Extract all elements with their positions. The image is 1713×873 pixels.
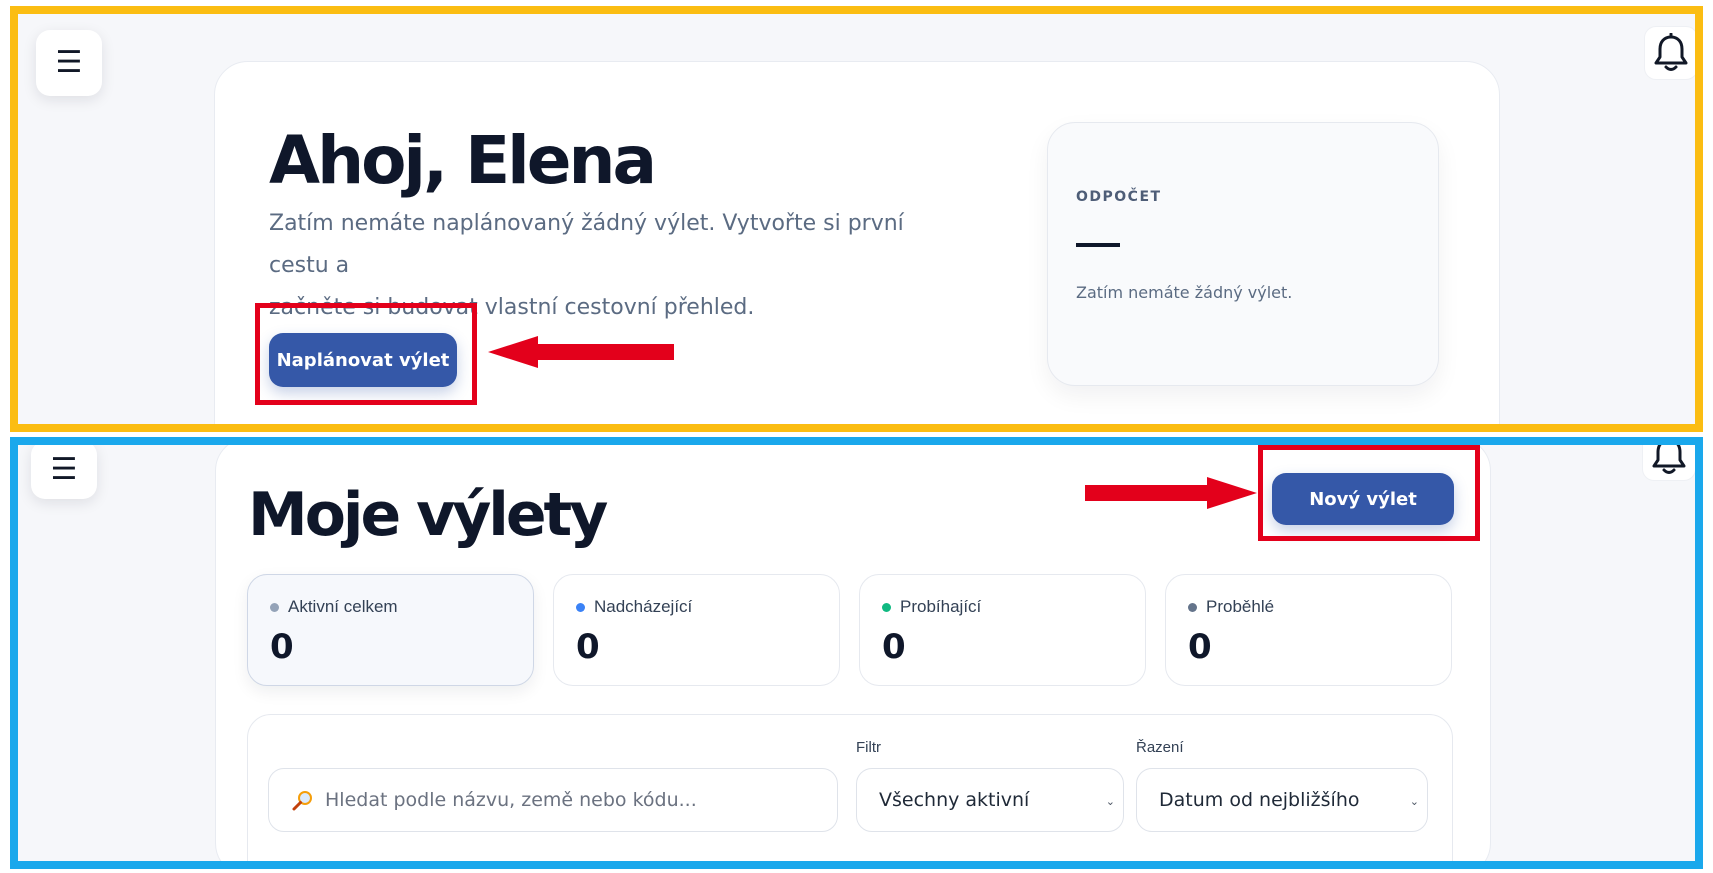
sort-selected-value: Datum od nejbližšího	[1159, 789, 1360, 811]
status-dot-icon	[270, 602, 279, 612]
search-input[interactable]: Hledat podle názvu, země nebo kódu...	[268, 768, 838, 832]
filter-panel: Hledat podle názvu, země nebo kódu... Fi…	[247, 714, 1453, 861]
status-dot-icon	[1188, 602, 1197, 612]
stat-card-ongoing[interactable]: Probíhající 0	[859, 574, 1146, 686]
bell-icon	[1654, 33, 1688, 71]
stat-value: 0	[882, 627, 906, 667]
filter-select[interactable]: Všechny aktivní ⌄	[856, 768, 1124, 832]
magnifier-icon	[292, 791, 312, 811]
trips-screenshot: ☰ Moje výlety Nový výlet Aktivní celkem …	[10, 437, 1703, 869]
status-dot-icon	[882, 602, 891, 612]
search-placeholder: Hledat podle názvu, země nebo kódu...	[325, 789, 697, 811]
page-title: Moje výlety	[248, 480, 608, 550]
hamburger-icon: ☰	[55, 45, 83, 80]
stat-value: 0	[576, 627, 600, 667]
stat-label: Proběhlé	[1188, 597, 1274, 617]
notifications-button[interactable]	[1644, 26, 1695, 80]
bell-icon	[1652, 445, 1686, 474]
intro-line-1: Zatím nemáte naplánovaný žádný výlet. Vy…	[269, 211, 904, 278]
filter-label: Filtr	[856, 739, 881, 756]
countdown-empty-text: Zatím nemáte žádný výlet.	[1076, 283, 1293, 302]
menu-button[interactable]: ☰	[31, 445, 97, 499]
stat-label: Probíhající	[882, 597, 981, 617]
stat-label: Nadcházející	[576, 597, 692, 617]
chevron-down-icon: ⌄	[1105, 795, 1115, 808]
arrow-right-icon	[1085, 477, 1257, 509]
notifications-button[interactable]	[1642, 445, 1695, 481]
dashboard-screenshot: ☰ Ahoj, Elena Zatím nemáte naplánovaný ž…	[10, 6, 1703, 432]
stat-card-past[interactable]: Proběhlé 0	[1165, 574, 1452, 686]
countdown-label: ODPOČET	[1076, 189, 1162, 205]
sort-label: Řazení	[1136, 739, 1184, 756]
arrow-left-icon	[488, 336, 674, 368]
stat-card-active-total[interactable]: Aktivní celkem 0	[247, 574, 534, 686]
greeting-title: Ahoj, Elena	[269, 122, 657, 199]
stat-label: Aktivní celkem	[270, 597, 398, 617]
new-trip-button-highlight	[1258, 445, 1480, 541]
sort-select[interactable]: Datum od nejbližšího ⌄	[1136, 768, 1428, 832]
plan-button-highlight	[255, 303, 477, 405]
menu-button[interactable]: ☰	[36, 30, 102, 96]
countdown-placeholder-dash	[1076, 243, 1120, 247]
chevron-down-icon: ⌄	[1409, 795, 1419, 808]
hamburger-icon: ☰	[50, 452, 78, 487]
stat-value: 0	[270, 627, 294, 667]
filter-selected-value: Všechny aktivní	[879, 789, 1030, 811]
countdown-card: ODPOČET Zatím nemáte žádný výlet.	[1047, 122, 1439, 386]
stat-card-upcoming[interactable]: Nadcházející 0	[553, 574, 840, 686]
status-dot-icon	[576, 602, 585, 612]
stat-value: 0	[1188, 627, 1212, 667]
